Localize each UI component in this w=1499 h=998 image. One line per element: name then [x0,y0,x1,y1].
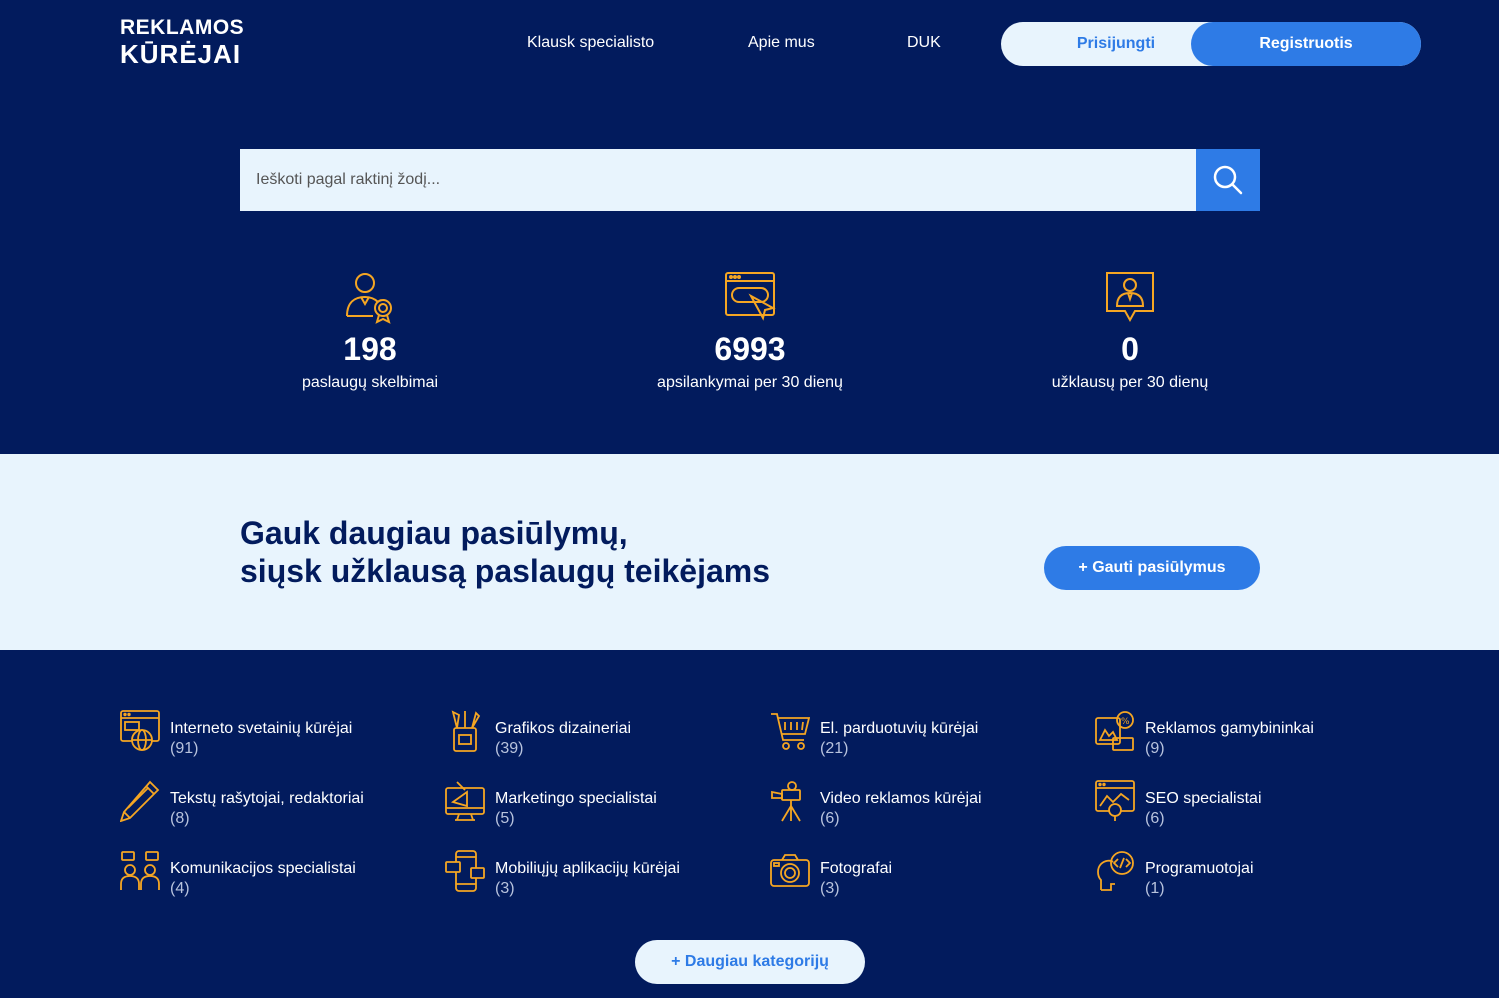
get-offers-button[interactable]: + Gauti pasiūlymus [1044,546,1260,590]
search-input[interactable] [240,149,1197,211]
category-count: (21) [820,740,849,757]
category-item[interactable]: Mobiliųjų aplikacijų kūrėjai (3) [445,850,765,898]
category-count: (5) [495,810,515,827]
category-count: (91) [170,740,199,757]
pencil-cup-icon [451,710,481,752]
stat-listings: 198 paslaugų skelbimai [220,270,520,392]
person-bubble-icon [1106,272,1154,323]
code-head-icon [1097,851,1134,891]
category-item[interactable]: Programuotojai (1) [1095,850,1415,898]
stat-listings-value: 198 [343,331,397,367]
category-count: (1) [1145,880,1165,897]
megaphone-monitor-icon [445,781,485,821]
shopping-cart-icon [771,713,810,750]
category-count: (39) [495,740,524,757]
category-name: Tekstų rašytojai, redaktoriai [170,790,364,807]
browser-click-icon [725,272,776,321]
category-name: Reklamos gamybininkai [1145,720,1314,737]
category-name: Grafikos dizaineriai [495,720,632,737]
stat-listings-label: paslaugų skelbimai [301,374,439,391]
search-button[interactable] [1196,149,1260,211]
category-name: Video reklamos kūrėjai [820,790,982,807]
cta-band: Gauk daugiau pasiūlymų, siųsk užklausą pa… [0,454,1499,650]
logo-line2: KŪRĖJAI [120,39,242,69]
category-count: (6) [820,810,840,827]
category-name: Fotografai [820,860,893,877]
category-name: El. parduotuvių kūrėjai [820,720,979,737]
nav-faq[interactable]: DUK [907,34,941,52]
category-item[interactable]: Komunikacijos specialistai (4) [120,850,440,898]
stat-visits: 6993 apsilankymai per 30 dienų [600,270,900,392]
website-globe-icon [120,710,160,751]
more-categories-button[interactable]: + Daugiau kategorijų [635,940,865,984]
site-logo[interactable]: REKLAMOS KŪRĖJAI [120,17,244,67]
nav-about[interactable]: Apie mus [748,34,815,52]
cta-title-line2: siųsk užklausą paslaugų teikėjams [240,553,771,589]
mobile-app-icon [445,850,485,892]
search-bar [240,149,1260,211]
category-item[interactable]: Grafikos dizaineriai (39) [445,710,765,758]
site-header: REKLAMOS KŪRĖJAI Klausk specialisto Apie… [0,0,1499,90]
category-name: Komunikacijos specialistai [170,860,356,877]
category-count: (9) [1145,740,1165,757]
category-item[interactable]: % Reklamos gamybininkai (9) [1095,710,1415,758]
category-name: SEO specialistai [1145,790,1262,807]
cta-title: Gauk daugiau pasiūlymų, siųsk užklausą pa… [240,514,770,590]
category-count: (6) [1145,810,1165,827]
category-item[interactable]: Tekstų rašytojai, redaktoriai (8) [120,780,440,828]
nav-ask-specialist[interactable]: Klausk specialisto [527,34,654,52]
category-count: (3) [820,880,840,897]
people-chat-icon [120,851,160,890]
seo-browser-icon [1095,780,1135,821]
category-count: (3) [495,880,515,897]
category-item[interactable]: Interneto svetainių kūrėjai (91) [120,710,440,758]
category-item[interactable]: Video reklamos kūrėjai (6) [770,780,1090,828]
ad-production-icon: % [1095,711,1134,751]
svg-text:%: % [1121,717,1130,727]
category-name: Marketingo specialistai [495,790,657,807]
stat-requests-value: 0 [1121,331,1139,367]
photo-camera-icon [770,854,810,887]
category-item[interactable]: Fotografai (3) [770,850,1090,898]
logo-line1: REKLAMOS [120,16,245,39]
stat-visits-value: 6993 [714,331,786,367]
category-item[interactable]: El. parduotuvių kūrėjai (21) [770,710,1090,758]
category-name: Programuotojai [1145,860,1254,877]
category-name: Mobiliųjų aplikacijų kūrėjai [495,860,680,877]
certified-person-icon [346,273,392,324]
category-item[interactable]: SEO specialistai (6) [1095,780,1415,828]
register-button[interactable]: Registruotis [1191,22,1421,66]
pencil-icon [120,780,160,822]
stat-requests-label: užklausų per 30 dienų [1051,374,1209,391]
stat-visits-label: apsilankymai per 30 dienų [657,374,843,391]
category-name: Interneto svetainių kūrėjai [170,720,353,737]
stat-requests: 0 užklausų per 30 dienų [980,270,1280,392]
auth-toggle: Prisijungti Registruotis [1001,22,1421,66]
category-count: (8) [170,810,190,827]
category-item[interactable]: Marketingo specialistai (5) [445,780,765,828]
search-icon [1213,165,1243,195]
video-camera-tripod-icon [771,781,801,822]
cta-title-line1: Gauk daugiau pasiūlymų, [240,515,628,551]
category-count: (4) [170,880,190,897]
